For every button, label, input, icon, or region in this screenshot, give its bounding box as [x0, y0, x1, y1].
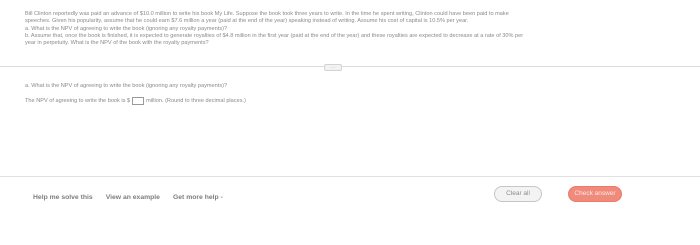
divider-line — [0, 66, 700, 67]
get-more-help-button[interactable]: Get more help - — [173, 194, 223, 201]
part-a-question: a. What is the NPV of agreeing to write … — [25, 83, 228, 89]
problem-line: year in perpetuity. What is the NPV of t… — [25, 40, 209, 47]
problem-part-a-prompt: a. What is the NPV of agreeing to write … — [25, 25, 228, 32]
problem-statement: Bill Clinton reportedly was paid an adva… — [25, 11, 675, 47]
help-links: Help me solve this View an example Get m… — [33, 194, 223, 201]
clear-all-button[interactable]: Clear all — [494, 186, 542, 202]
problem-part-b-prompt: b. Assume that, once the book is finishe… — [25, 32, 524, 39]
problem-line: Bill Clinton reportedly was paid an adva… — [25, 11, 509, 17]
section-divider: ··· — [0, 64, 700, 71]
check-answer-button[interactable]: Check answer — [568, 186, 622, 202]
expand-handle[interactable]: ··· — [324, 64, 342, 71]
answer-suffix: million. (Round to three decimal places.… — [146, 98, 246, 104]
answer-row: The NPV of agreeing to write the book is… — [25, 97, 625, 105]
help-me-solve-button[interactable]: Help me solve this — [33, 194, 93, 201]
answer-prefix: The NPV of agreeing to write the book is… — [25, 98, 131, 104]
view-example-button[interactable]: View an example — [106, 194, 160, 201]
problem-line: speeches. Given his popularity, assume t… — [25, 18, 469, 25]
npv-answer-input[interactable] — [132, 97, 145, 105]
footer-divider — [0, 176, 700, 177]
